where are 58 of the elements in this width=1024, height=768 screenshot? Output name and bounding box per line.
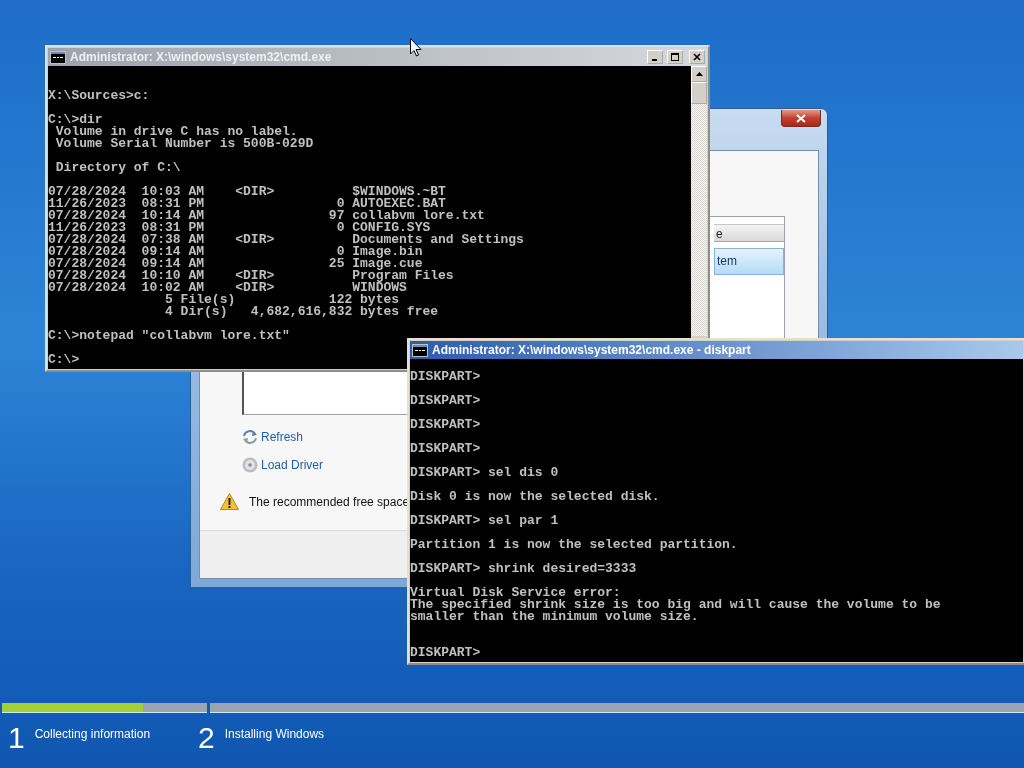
step-label: Installing Windows: [224, 727, 325, 741]
scrollbar[interactable]: [691, 66, 707, 336]
up-arrow-icon: [695, 72, 703, 76]
console-line: 07/28/2024 10:10 AM <DIR> Program Files: [48, 270, 454, 282]
close-icon: [796, 113, 806, 123]
mouse-pointer-icon: [410, 38, 422, 57]
console-prompt: C:\>: [48, 354, 80, 366]
console-line: smaller than the minimum volume size.: [410, 611, 699, 623]
console-line: Directory of C:\: [54, 162, 181, 174]
console-line: 07/28/2024 10:14 AM 97 collabvm lore.txt: [48, 210, 485, 222]
close-icon: [693, 53, 701, 61]
console-line: Partition 1 is now the selected partition.: [410, 539, 738, 551]
maximize-button[interactable]: [667, 50, 683, 64]
console-line: DISKPART> sel par 1: [410, 515, 559, 527]
close-button[interactable]: [781, 110, 821, 127]
console-icon: [50, 50, 66, 64]
scroll-up-button[interactable]: [691, 66, 707, 82]
console-prompt: DISKPART>: [410, 647, 481, 659]
console-line: 5 File(s) 122 bytes: [164, 294, 400, 306]
link[interactable]: Refresh: [242, 427, 304, 447]
warning-icon: [220, 493, 239, 510]
console-line: 07/28/2024 07:38 AM <DIR> Documents and Settings: [48, 234, 524, 246]
window-title: Administrator: X:\windows\system32\cmd.exe - diskpart: [432, 343, 752, 357]
console-line: DISKPART>: [410, 419, 481, 431]
console-line: 11/26/2023 08:31 PM 0 AUTOEXEC.BAT: [48, 198, 446, 210]
link[interactable]: Load Driver: [242, 455, 324, 475]
console-line: 07/28/2024 10:03 AM <DIR> $WINDOWS.~BT: [48, 186, 446, 198]
console-line: 07/28/2024 09:14 AM 0 Image.bin: [48, 246, 423, 258]
step-number: 1: [8, 721, 25, 755]
console-icon: [412, 343, 428, 357]
console-line: DISKPART> sel dis 0: [410, 467, 559, 479]
maximize-icon: [671, 53, 679, 61]
console-line: X:\Sources>c:: [48, 90, 150, 102]
console-line: 07/28/2024 10:02 AM <DIR> WINDOWS: [48, 282, 407, 294]
window-title: Administrator: X:\windows\system32\cmd.exe: [70, 50, 333, 64]
disc-icon: [242, 457, 258, 473]
console-line: DISKPART>: [410, 395, 481, 407]
console-line: C:\>notepad "collabvm lore.txt": [48, 330, 290, 342]
console-line: 07/28/2024 09:14 AM 25 Image.cue: [48, 258, 423, 270]
console-line: 4 Dir(s) 4,682,616,832 bytes free: [164, 306, 439, 318]
console-line: Volume Serial Number is 500B-029D: [54, 138, 314, 150]
console-line: Virtual Disk Service error:: [410, 587, 621, 599]
console-line: DISKPART>: [410, 443, 481, 455]
console-line: DISKPART>: [410, 371, 481, 383]
console-line: The specified shrink size is too big and will cause the volume to be: [410, 599, 941, 611]
console-line: Volume in drive C has no label.: [54, 126, 298, 138]
scroll-thumb[interactable]: [691, 82, 707, 104]
minimize-button[interactable]: [647, 50, 663, 64]
step-number: 2: [198, 721, 215, 755]
title-bar[interactable]: Administrator: X:\windows\system32\cmd.exe - diskpart: [410, 341, 1023, 359]
console-line: C:\>dir: [48, 114, 103, 126]
column-header[interactable]: e: [714, 224, 784, 242]
step-label: Collecting information: [34, 727, 151, 741]
console-line: DISKPART> shrink desired=3333: [410, 563, 637, 575]
list-row[interactable]: tem: [714, 248, 784, 275]
console-line: Disk 0 is now the selected disk.: [410, 491, 660, 503]
refresh-icon: [242, 429, 258, 445]
console-line: 11/26/2023 08:31 PM 0 CONFIG.SYS: [48, 222, 431, 234]
